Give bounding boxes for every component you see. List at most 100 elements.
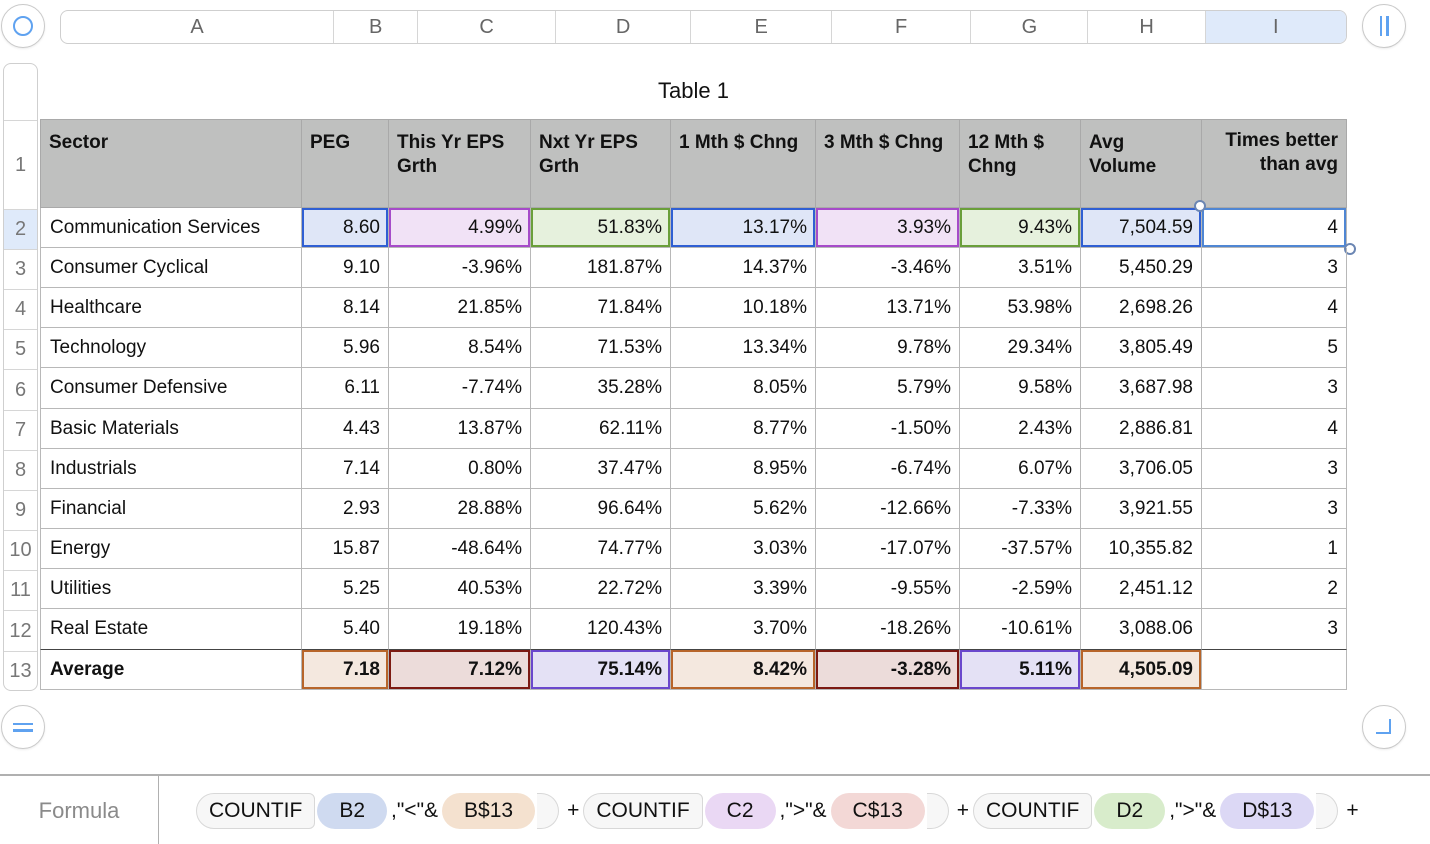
header-cell-peg[interactable]: PEG	[302, 120, 389, 208]
cell-3-mth-chng[interactable]: 3.93%	[816, 208, 960, 248]
cell-times-better-than-avg[interactable]: 4	[1194, 200, 1356, 255]
cell-nxt-yr-eps-grth[interactable]: 51.83%	[531, 208, 671, 248]
cell-times-better-than-avg[interactable]: 4	[1202, 288, 1347, 328]
cell-this-yr-eps-grth[interactable]: 4.99%	[389, 208, 531, 248]
formula-editor[interactable]: COUNTIF B2 ,"<"& B$13 + COUNTIF C2 ,">"& C$13 + CO…	[196, 792, 1363, 830]
cell-peg[interactable]: 5.25	[302, 569, 389, 609]
function-token-countif[interactable]: COUNTIF	[973, 793, 1093, 829]
cell-sector[interactable]: Basic Materials	[40, 409, 302, 449]
cell-1-mth-chng[interactable]: 13.17%	[671, 208, 816, 248]
cell-sector[interactable]: Healthcare	[40, 288, 302, 328]
cell-this-yr-eps-grth[interactable]: 13.87%	[389, 409, 531, 449]
cell-3-mth-chng[interactable]: 13.71%	[816, 288, 960, 328]
cell-sector[interactable]: Real Estate	[40, 609, 302, 650]
cell-nxt-yr-eps-grth[interactable]: 22.72%	[531, 569, 671, 609]
cell-avg-volume[interactable]: 3,706.05	[1081, 449, 1202, 489]
cell-avg-volume[interactable]: 3,088.06	[1081, 609, 1202, 650]
cell-times-better-than-avg[interactable]: 4	[1202, 409, 1347, 449]
average-cell-12-mth-chng[interactable]: 5.11%	[960, 650, 1081, 690]
cell-1-mth-chng[interactable]: 3.39%	[671, 569, 816, 609]
header-cell-nxt-yr-eps-grth[interactable]: Nxt Yr EPS Grth	[531, 120, 671, 208]
cell-12-mth-chng[interactable]: -7.33%	[960, 489, 1081, 529]
cell-1-mth-chng[interactable]: 10.18%	[671, 288, 816, 328]
average-cell-3-mth-chng[interactable]: -3.28%	[816, 650, 960, 690]
row-header-1[interactable]: 1	[4, 120, 37, 209]
average-cell-this-yr-eps-grth[interactable]: 7.12%	[389, 650, 531, 690]
add-column-button[interactable]	[1362, 4, 1406, 48]
cell-3-mth-chng[interactable]: -1.50%	[816, 409, 960, 449]
header-cell-this-yr-eps-grth[interactable]: This Yr EPS Grth	[389, 120, 531, 208]
cell-12-mth-chng[interactable]: 53.98%	[960, 288, 1081, 328]
row-header-7[interactable]: 7	[4, 410, 37, 450]
cell-reference-token[interactable]: C2	[704, 793, 776, 829]
cell-nxt-yr-eps-grth[interactable]: 62.11%	[531, 409, 671, 449]
cell-12-mth-chng[interactable]: 6.07%	[960, 449, 1081, 489]
cell-1-mth-chng[interactable]: 8.05%	[671, 368, 816, 409]
column-header-d[interactable]: D	[556, 11, 692, 43]
header-cell-avg-volume[interactable]: Avg Volume	[1081, 120, 1202, 208]
cell-avg-volume[interactable]: 3,921.55	[1081, 489, 1202, 529]
resize-table-button[interactable]	[1362, 705, 1406, 749]
cell-times-better-than-avg[interactable]: 3	[1202, 609, 1347, 650]
cell-12-mth-chng[interactable]: 9.43%	[960, 208, 1081, 248]
cell-reference-token[interactable]: C$13	[830, 793, 925, 829]
cell-avg-volume[interactable]: 2,886.81	[1081, 409, 1202, 449]
row-header-6[interactable]: 6	[4, 369, 37, 410]
average-cell-avg-volume[interactable]: 4,505.09	[1081, 650, 1202, 690]
cell-this-yr-eps-grth[interactable]: 19.18%	[389, 609, 531, 650]
cell-times-better-than-avg[interactable]: 3	[1202, 248, 1347, 288]
cell-1-mth-chng[interactable]: 14.37%	[671, 248, 816, 288]
cell-reference-token[interactable]: B$13	[442, 793, 536, 829]
column-header-i[interactable]: I	[1205, 11, 1346, 43]
cell-nxt-yr-eps-grth[interactable]: 74.77%	[531, 529, 671, 569]
cell-sector[interactable]: Industrials	[40, 449, 302, 489]
cell-times-better-than-avg[interactable]: 3	[1202, 449, 1347, 489]
cell-avg-volume[interactable]: 2,451.12	[1081, 569, 1202, 609]
column-header-a[interactable]: A	[61, 11, 335, 43]
cell-avg-volume[interactable]: 7,504.59	[1081, 208, 1202, 248]
header-cell-3-mth-chng[interactable]: 3 Mth $ Chng	[816, 120, 960, 208]
cell-1-mth-chng[interactable]: 8.95%	[671, 449, 816, 489]
cell-nxt-yr-eps-grth[interactable]: 71.53%	[531, 328, 671, 368]
column-header-e[interactable]: E	[691, 11, 832, 43]
header-cell-1-mth-chng[interactable]: 1 Mth $ Chng	[671, 120, 816, 208]
column-header-h[interactable]: H	[1088, 11, 1206, 43]
cell-times-better-than-avg[interactable]: 3	[1202, 489, 1347, 529]
cell-reference-token[interactable]: D$13	[1220, 793, 1315, 829]
row-header-3[interactable]: 3	[4, 249, 37, 289]
cell-this-yr-eps-grth[interactable]: -48.64%	[389, 529, 531, 569]
cell-peg[interactable]: 8.14	[302, 288, 389, 328]
cell-avg-volume[interactable]: 5,450.29	[1081, 248, 1202, 288]
average-cell-sector[interactable]: Average	[40, 650, 302, 690]
row-header-5[interactable]: 5	[4, 329, 37, 369]
cell-avg-volume[interactable]: 10,355.82	[1081, 529, 1202, 569]
add-row-button[interactable]	[1, 705, 45, 749]
cell-sector[interactable]: Energy	[40, 529, 302, 569]
cell-peg[interactable]: 5.96	[302, 328, 389, 368]
row-header-11[interactable]: 11	[4, 570, 37, 610]
function-token-countif[interactable]: COUNTIF	[583, 793, 703, 829]
cell-avg-volume[interactable]: 2,698.26	[1081, 288, 1202, 328]
row-header-10[interactable]: 10	[4, 530, 37, 570]
cell-peg[interactable]: 6.11	[302, 368, 389, 409]
cell-nxt-yr-eps-grth[interactable]: 181.87%	[531, 248, 671, 288]
cell-1-mth-chng[interactable]: 3.03%	[671, 529, 816, 569]
cell-nxt-yr-eps-grth[interactable]: 71.84%	[531, 288, 671, 328]
cell-3-mth-chng[interactable]: 5.79%	[816, 368, 960, 409]
cell-this-yr-eps-grth[interactable]: -7.74%	[389, 368, 531, 409]
cell-peg[interactable]: 2.93	[302, 489, 389, 529]
column-header-f[interactable]: F	[832, 11, 972, 43]
cell-sector[interactable]: Financial	[40, 489, 302, 529]
cell-this-yr-eps-grth[interactable]: 0.80%	[389, 449, 531, 489]
cell-1-mth-chng[interactable]: 5.62%	[671, 489, 816, 529]
column-header-b[interactable]: B	[334, 11, 419, 43]
cell-sector[interactable]: Consumer Cyclical	[40, 248, 302, 288]
cell-3-mth-chng[interactable]: -18.26%	[816, 609, 960, 650]
cell-times-better-than-avg[interactable]: 5	[1202, 328, 1347, 368]
average-cell-peg[interactable]: 7.18	[302, 650, 389, 690]
cell-peg[interactable]: 4.43	[302, 409, 389, 449]
cell-3-mth-chng[interactable]: -12.66%	[816, 489, 960, 529]
cell-peg[interactable]: 9.10	[302, 248, 389, 288]
table-title[interactable]: Table 1	[40, 78, 1347, 104]
header-cell-times-better-than-avg[interactable]: Times better than avg	[1202, 120, 1347, 208]
